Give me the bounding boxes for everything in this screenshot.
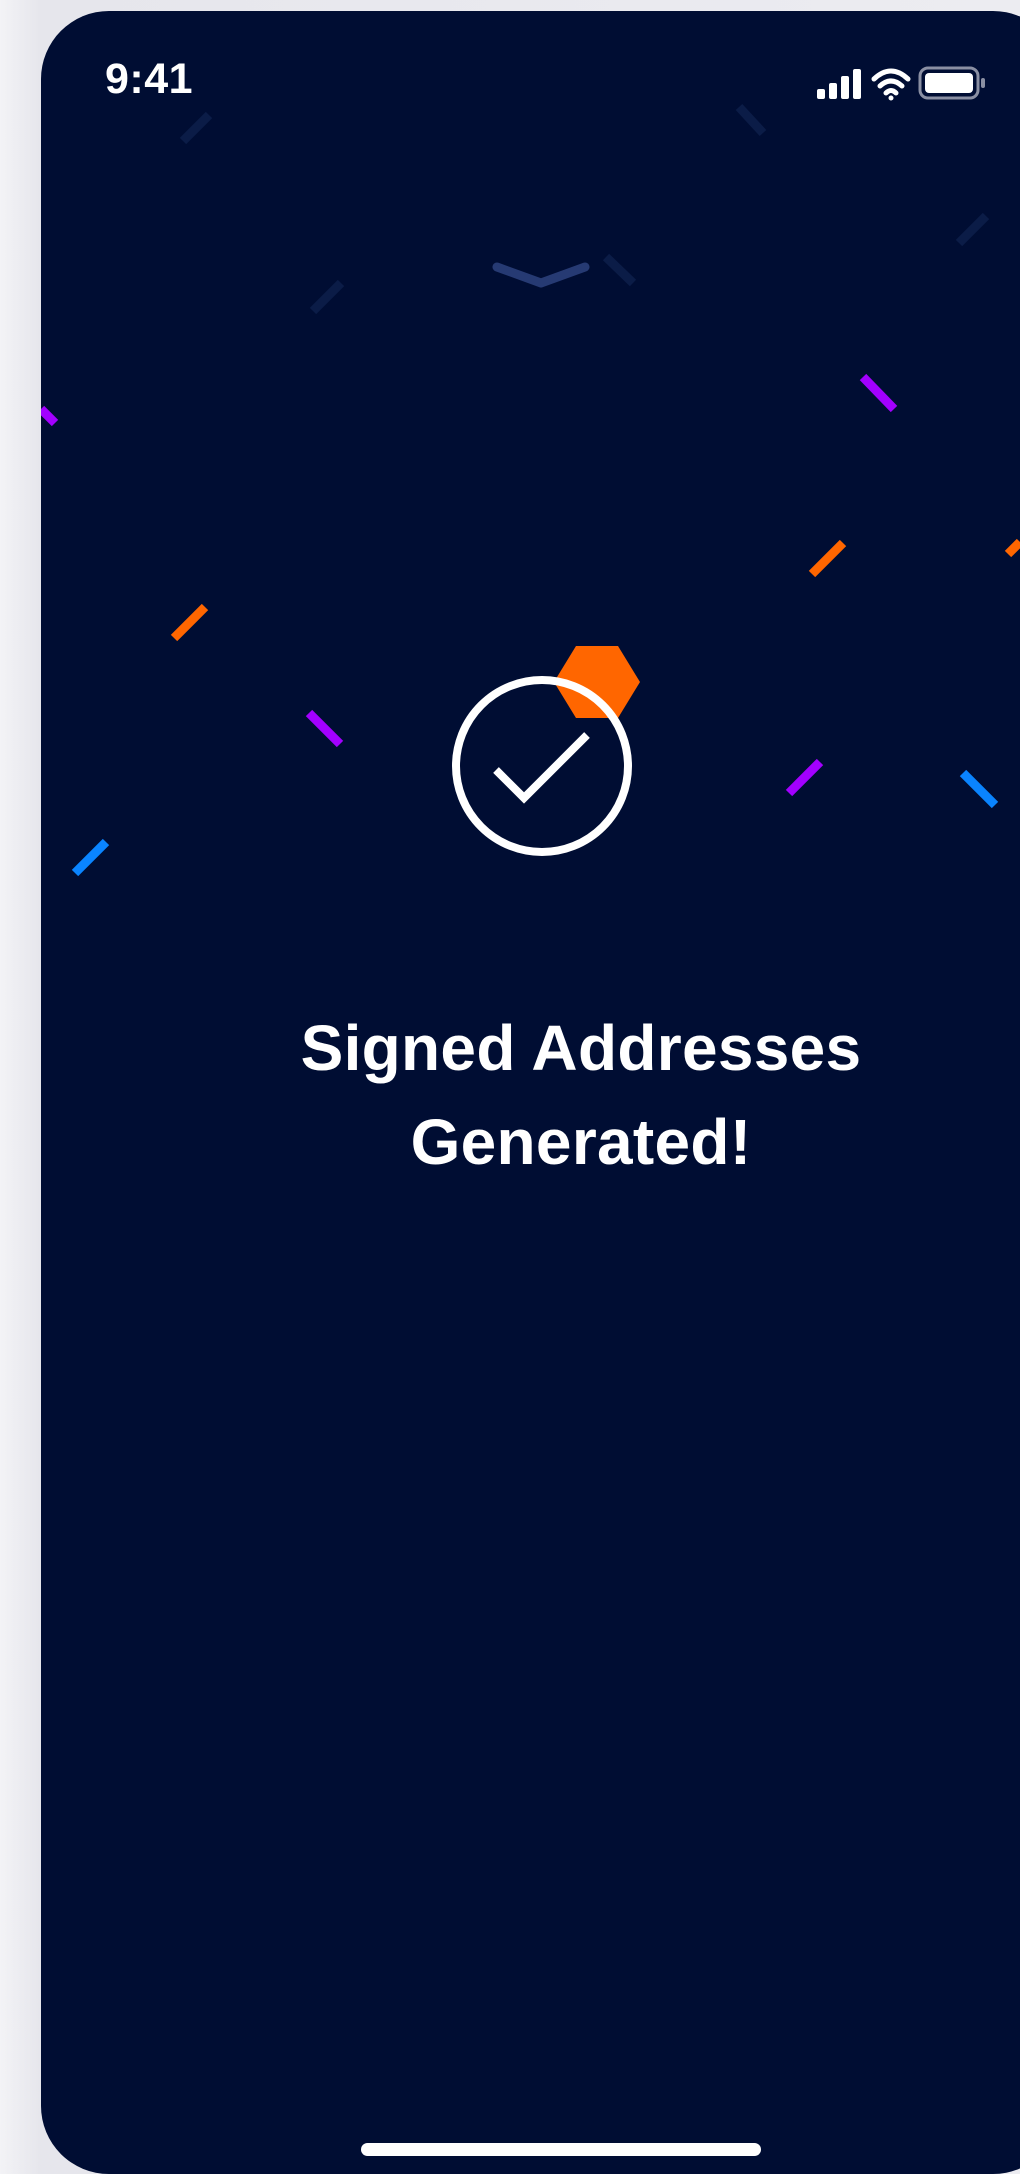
status-icons (817, 66, 985, 101)
checkmark-circle-icon (452, 676, 632, 856)
phone-screen: 9:41 Signed Addresses Generated! (41, 11, 1020, 2174)
wifi-icon (871, 68, 911, 101)
status-bar: 9:41 (41, 11, 1020, 131)
success-title-line-2: Generated! (410, 1106, 752, 1178)
cellular-signal-icon (817, 69, 861, 99)
chevron-down-icon[interactable] (491, 251, 591, 297)
success-badge (452, 646, 640, 856)
success-title-line-1: Signed Addresses (300, 1012, 862, 1084)
battery-icon (918, 66, 985, 100)
status-time: 9:41 (105, 55, 194, 103)
home-indicator[interactable] (361, 2143, 761, 2156)
success-title: Signed Addresses Generated! (121, 1001, 1020, 1189)
